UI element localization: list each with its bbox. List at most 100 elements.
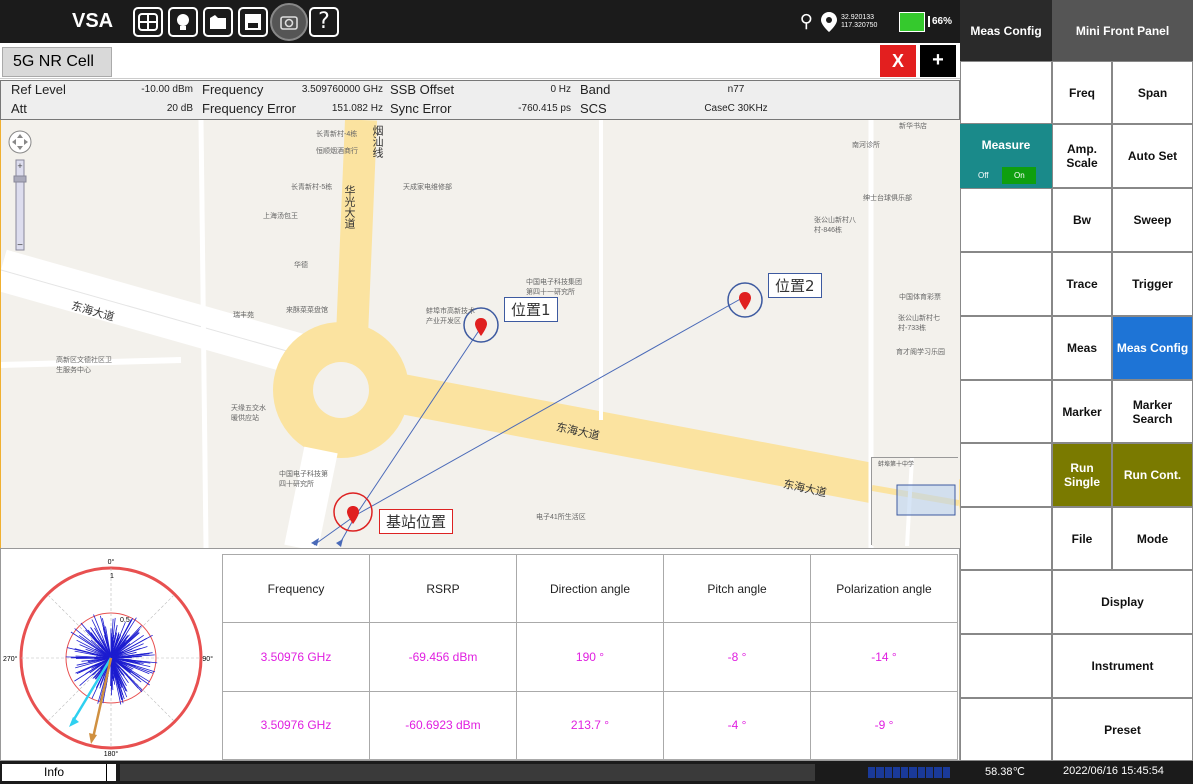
svg-text:1: 1 bbox=[110, 573, 114, 580]
camera-icon[interactable] bbox=[270, 2, 308, 41]
frequency-value: 3.509760000 GHz bbox=[301, 84, 383, 95]
pin-icon[interactable] bbox=[739, 292, 751, 310]
poi-label: 瑞丰苑 bbox=[233, 312, 254, 319]
column-header: Polarization angle bbox=[810, 553, 958, 624]
measure-toggle[interactable]: Measure Off On bbox=[960, 124, 1052, 188]
band-label: Band bbox=[580, 82, 611, 97]
right-control-panel: Meas Config Mini Front Panel Measure Off… bbox=[960, 0, 1193, 761]
svg-text:+: + bbox=[17, 161, 22, 171]
marker-button[interactable]: Marker bbox=[1052, 380, 1112, 443]
poi-label: 恒顺烟酒商行 bbox=[316, 148, 358, 155]
poi-label: 蚌埠第十中学 bbox=[878, 460, 914, 468]
map-view[interactable]: 位置1 位置2 基站位置 东海大道 东海大道 东海大道 华光大道 烟汕线 长青新… bbox=[0, 120, 960, 548]
close-tab-button[interactable]: X bbox=[880, 45, 916, 77]
callout-position-1: 位置1 bbox=[504, 297, 558, 322]
battery-icon bbox=[898, 11, 925, 32]
results-panel: 0° 90° 180° 270° 1 0.5 Frequency RSRP Di… bbox=[0, 548, 960, 761]
poi-label: 上海汤包王 bbox=[263, 213, 298, 220]
poi-label: 新华书店 bbox=[899, 123, 927, 130]
ref-level-label: Ref Level bbox=[11, 82, 66, 97]
poi-label: 长青新村-4栋 bbox=[316, 131, 358, 138]
softkey-blank[interactable] bbox=[960, 188, 1052, 252]
add-tab-button[interactable]: + bbox=[920, 45, 956, 77]
svg-text:0°: 0° bbox=[108, 558, 115, 566]
callout-position-2: 位置2 bbox=[768, 273, 822, 298]
tab-row: 5G NR Cell X + bbox=[0, 43, 960, 79]
pin-icon[interactable] bbox=[347, 506, 359, 524]
meas-button[interactable]: Meas bbox=[1052, 316, 1112, 380]
softkey-blank[interactable] bbox=[960, 443, 1052, 507]
usb-icon: ⚲ bbox=[799, 11, 813, 31]
table-row: 3.50976 GHz -69.456 dBm 190 ° -8 ° -14 ° bbox=[222, 622, 958, 692]
ssb-offset-label: SSB Offset bbox=[390, 82, 455, 97]
display-button[interactable]: Display bbox=[1052, 570, 1193, 634]
poi-label: 来酥菜菜盘馆 bbox=[286, 307, 328, 314]
mini-map-overview[interactable]: 蚌埠第十中学 bbox=[871, 457, 959, 546]
softkey-blank[interactable] bbox=[960, 634, 1052, 698]
amp-scale-button[interactable]: Amp. Scale bbox=[1052, 124, 1112, 188]
results-table: Frequency RSRP Direction angle Pitch ang… bbox=[222, 553, 958, 761]
info-dropdown[interactable]: Info bbox=[2, 764, 106, 781]
trigger-button[interactable]: Trigger bbox=[1112, 252, 1193, 316]
file-button[interactable]: File bbox=[1052, 507, 1112, 570]
top-toolbar: VSA ? ⚲ 32.920133 117.320750 66% bbox=[0, 0, 960, 43]
battery-percent: 66% bbox=[927, 16, 952, 27]
poi-label: 电子41所生活区 bbox=[536, 514, 586, 521]
poi-label: 南河诊所 bbox=[852, 142, 880, 149]
poi-label: 高新区文德社区卫生服务中心 bbox=[56, 357, 112, 374]
meas-config-button[interactable]: Meas Config bbox=[1112, 316, 1193, 380]
softkey-blank[interactable] bbox=[960, 570, 1052, 634]
gps-coordinates: 32.920133 117.320750 bbox=[840, 13, 878, 29]
windows-icon[interactable] bbox=[133, 6, 163, 37]
temperature: 58.38℃ bbox=[985, 766, 1025, 778]
poi-label: 长青新村-5栋 bbox=[291, 184, 333, 191]
instrument-button[interactable]: Instrument bbox=[1052, 634, 1193, 698]
sweep-button[interactable]: Sweep bbox=[1112, 188, 1193, 252]
softkey-blank[interactable] bbox=[960, 252, 1052, 316]
att-value: 20 dB bbox=[166, 103, 193, 114]
preset-button[interactable]: Preset bbox=[1052, 698, 1193, 761]
poi-label: 华德 bbox=[294, 262, 308, 269]
lightbulb-icon[interactable] bbox=[168, 6, 198, 37]
band-value: n77 bbox=[727, 84, 745, 95]
status-message-area bbox=[120, 764, 815, 781]
softkey-blank[interactable] bbox=[960, 61, 1052, 124]
auto-set-button[interactable]: Auto Set bbox=[1112, 124, 1193, 188]
table-cell: 213.7 ° bbox=[516, 690, 664, 761]
softkey-blank[interactable] bbox=[960, 380, 1052, 443]
app-title: VSA bbox=[72, 10, 114, 32]
run-single-button[interactable]: Run Single bbox=[1052, 443, 1112, 507]
table-cell: 3.50976 GHz bbox=[222, 622, 370, 692]
poi-label: 中国体育彩票 bbox=[899, 294, 941, 301]
poi-label: 育才阁学习乐园 bbox=[896, 349, 945, 356]
svg-text:−: − bbox=[17, 240, 23, 251]
span-button[interactable]: Span bbox=[1112, 61, 1193, 124]
table-row: 3.50976 GHz -60.6923 dBm 213.7 ° -4 ° -9… bbox=[222, 690, 958, 761]
sync-error-value: -760.415 ps bbox=[518, 103, 571, 114]
bw-button[interactable]: Bw bbox=[1052, 188, 1112, 252]
softkey-blank[interactable] bbox=[960, 698, 1052, 761]
signal-strength-icon bbox=[868, 767, 950, 778]
folder-open-icon[interactable] bbox=[203, 6, 233, 37]
softkey-blank[interactable] bbox=[960, 507, 1052, 570]
trace-button[interactable]: Trace bbox=[1052, 252, 1112, 316]
table-cell: -69.456 dBm bbox=[369, 622, 517, 692]
poi-label: 中国电子科技集团第四十一研究所 bbox=[526, 279, 582, 296]
poi-label: 张公山新村八村-846栋 bbox=[814, 217, 856, 234]
freq-button[interactable]: Freq bbox=[1052, 61, 1112, 124]
softkey-blank[interactable] bbox=[960, 316, 1052, 380]
dropdown-arrow-icon[interactable] bbox=[106, 764, 116, 781]
marker-search-button[interactable]: Marker Search bbox=[1112, 380, 1193, 443]
help-icon[interactable]: ? bbox=[309, 6, 339, 37]
tab-5g-nr-cell[interactable]: 5G NR Cell bbox=[2, 47, 112, 77]
poi-label: 天成家电维修部 bbox=[403, 184, 452, 191]
meas-config-header[interactable]: Meas Config bbox=[960, 0, 1052, 61]
mode-button[interactable]: Mode bbox=[1112, 507, 1193, 570]
column-header: RSRP bbox=[369, 553, 517, 624]
poi-label: 张公山新村七村-733栋 bbox=[898, 315, 940, 332]
status-bar: Info 58.38℃ 2022/06/16 15:45:54 bbox=[0, 761, 1193, 784]
run-cont-button[interactable]: Run Cont. bbox=[1112, 443, 1193, 507]
save-icon[interactable] bbox=[238, 6, 268, 37]
mini-front-panel-header[interactable]: Mini Front Panel bbox=[1052, 0, 1193, 61]
table-cell: -4 ° bbox=[663, 690, 811, 761]
